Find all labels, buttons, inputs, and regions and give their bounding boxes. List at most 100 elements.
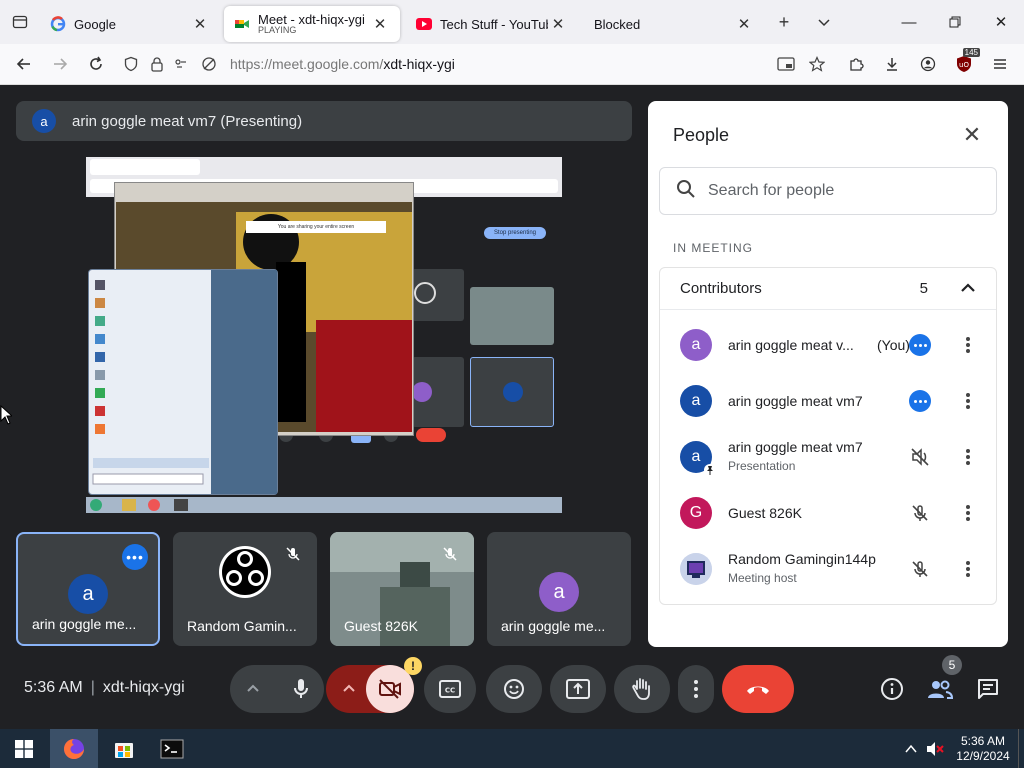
more-vert-icon[interactable] <box>956 501 980 525</box>
new-tab-icon[interactable]: + <box>764 0 804 44</box>
present-button[interactable] <box>550 665 606 713</box>
chevron-up-icon[interactable] <box>244 679 262 702</box>
close-tab-icon[interactable]: ✕ <box>734 14 754 34</box>
firefox-icon[interactable] <box>50 729 98 768</box>
more-vert-icon[interactable] <box>956 445 980 469</box>
volume-muted-icon[interactable] <box>922 741 948 757</box>
account-icon[interactable] <box>910 48 946 80</box>
people-count-badge: 5 <box>942 655 962 675</box>
presenting-banner: a arin goggle meat vm7 (Presenting) <box>16 101 632 141</box>
tab-meet[interactable]: Meet - xdt-hiqx-ygi PLAYING ✕ <box>224 6 400 42</box>
shared-start-menu <box>88 269 278 495</box>
list-item[interactable]: G Guest 826K <box>660 485 996 541</box>
list-item[interactable]: Random Gamingin144p Meeting host <box>660 541 996 597</box>
url-text[interactable]: https://meet.google.com/xdt-hiqx-ygi <box>230 56 455 72</box>
tab-youtube[interactable]: Tech Stuff - YouTube ✕ <box>406 6 578 42</box>
reload-icon[interactable] <box>78 48 114 80</box>
call-controls: 5:36 AM | xdt-hiqx-ygi ! CC 5 <box>0 647 1024 729</box>
people-icon[interactable] <box>926 675 954 703</box>
forward-icon[interactable] <box>42 48 78 80</box>
list-item[interactable]: a arin goggle meat vm7 Presentation <box>660 429 996 485</box>
lock-icon[interactable] <box>144 48 170 80</box>
mic-off-icon <box>285 546 301 567</box>
shared-stop-presenting: Stop presenting <box>484 227 546 239</box>
address-bar[interactable]: https://meet.google.com/xdt-hiqx-ygi <box>118 48 838 80</box>
search-icon <box>676 179 696 204</box>
shield-icon[interactable] <box>118 48 144 80</box>
more-vert-icon[interactable] <box>956 389 980 413</box>
chat-icon[interactable] <box>974 675 1002 703</box>
terminal-icon[interactable] <box>148 729 196 768</box>
captions-button[interactable]: CC <box>424 665 476 713</box>
present-screen-icon <box>566 679 590 699</box>
leave-call-button[interactable] <box>722 665 794 713</box>
meeting-info-text: 5:36 AM | xdt-hiqx-ygi <box>24 679 185 696</box>
chevron-up-icon[interactable] <box>900 742 922 756</box>
menu-icon[interactable] <box>982 48 1018 80</box>
windows-start-icon[interactable] <box>0 729 48 768</box>
tab-google[interactable]: Google ✕ <box>40 6 220 42</box>
participant-tile[interactable]: Guest 826K <box>330 532 474 646</box>
participant-name: arin goggle me... <box>501 618 606 634</box>
search-input[interactable] <box>708 182 968 200</box>
reactions-button[interactable] <box>486 665 542 713</box>
chevron-up-icon[interactable] <box>958 278 978 302</box>
download-icon[interactable] <box>874 48 910 80</box>
more-vert-icon[interactable] <box>956 333 980 357</box>
people-panel: People ✕ IN MEETING Contributors 5 a ari… <box>648 101 1008 647</box>
meeting-time: 5:36 AM <box>24 679 83 696</box>
close-tab-icon[interactable]: ✕ <box>548 14 568 34</box>
tab-list-icon[interactable] <box>0 0 40 44</box>
ublock-origin-icon[interactable]: uO 145 <box>946 48 982 80</box>
bookmark-star-icon[interactable] <box>804 48 830 80</box>
tab-blocked[interactable]: Blocked ✕ <box>584 6 764 42</box>
tab-playing-label: PLAYING <box>258 25 297 35</box>
meeting-details-icon[interactable] <box>878 675 906 703</box>
close-window-icon[interactable]: ✕ <box>978 0 1024 44</box>
show-desktop[interactable] <box>1018 729 1024 768</box>
section-label: IN MEETING <box>673 241 754 255</box>
camera-off-button[interactable]: ! <box>366 657 422 713</box>
mic-off-icon <box>442 546 458 567</box>
list-item[interactable]: a arin goggle meat vm7 <box>660 373 996 429</box>
close-icon[interactable]: ✕ <box>958 121 986 149</box>
shared-screen[interactable]: Stop presenting You are sharing your ent… <box>86 157 562 513</box>
chevron-down-icon[interactable] <box>804 0 844 44</box>
list-item[interactable]: a arin goggle meat v... (You) <box>660 317 996 373</box>
more-vert-icon <box>694 680 698 698</box>
restore-icon[interactable] <box>932 0 978 44</box>
picture-in-picture-icon[interactable] <box>773 48 799 80</box>
mic-button[interactable] <box>278 665 324 713</box>
participant-tile[interactable]: a arin goggle me... <box>487 532 631 646</box>
microsoft-store-icon[interactable] <box>100 729 148 768</box>
participant-tile[interactable]: a ••• arin goggle me... <box>16 532 160 646</box>
avatar-image <box>680 553 712 585</box>
more-options-icon[interactable]: ••• <box>122 544 148 570</box>
close-tab-icon[interactable]: ✕ <box>370 14 390 34</box>
raise-hand-button[interactable] <box>614 665 670 713</box>
avatar: G <box>680 497 712 529</box>
close-tab-icon[interactable]: ✕ <box>190 14 210 34</box>
participant-tile[interactable]: Random Gamin... <box>173 532 317 646</box>
permissions-icon[interactable] <box>170 48 196 80</box>
mouse-cursor-icon <box>0 404 14 430</box>
more-vert-icon[interactable] <box>956 557 980 581</box>
taskbar-date: 12/9/2024 <box>956 748 1010 763</box>
avatar: a <box>539 572 579 612</box>
contributors-header[interactable]: Contributors 5 <box>660 268 996 310</box>
speaking-indicator-icon <box>908 389 932 413</box>
back-icon[interactable] <box>6 48 42 80</box>
autoplay-blocked-icon[interactable] <box>196 48 222 80</box>
minimize-icon[interactable]: — <box>886 0 932 44</box>
taskbar-clock[interactable]: 5:36 AM 12/9/2024 <box>948 734 1018 764</box>
more-options-button[interactable] <box>678 665 714 713</box>
browser-nav-bar: https://meet.google.com/xdt-hiqx-ygi uO … <box>0 44 1024 85</box>
extensions-icon[interactable] <box>838 48 874 80</box>
chevron-up-icon[interactable] <box>340 679 358 702</box>
people-search[interactable] <box>659 167 997 215</box>
svg-text:uO: uO <box>959 61 969 69</box>
avatar: a <box>68 574 108 614</box>
emoji-icon <box>504 679 524 699</box>
raise-hand-icon <box>632 678 650 700</box>
speaking-indicator-icon <box>908 333 932 357</box>
